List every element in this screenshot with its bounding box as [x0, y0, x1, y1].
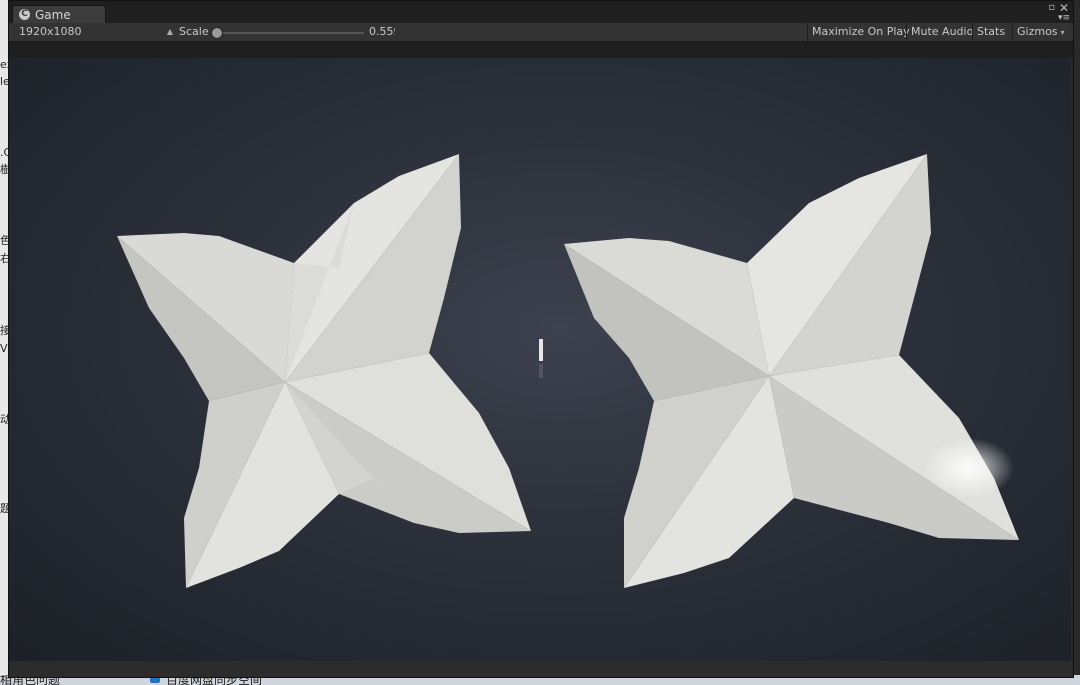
gizmos-label: Gizmos: [1017, 25, 1058, 38]
background-glyph: 题: [0, 502, 8, 515]
chevron-down-icon: ▾: [1060, 28, 1065, 37]
background-glyph: 右: [0, 252, 8, 265]
shuriken-model-left: [117, 154, 531, 588]
tab-game[interactable]: C Game: [12, 5, 106, 25]
tab-label: Game: [35, 8, 71, 22]
center-marker: [539, 339, 543, 361]
stats-toggle[interactable]: Stats: [972, 23, 1009, 41]
unity-logo-icon: C: [19, 9, 30, 20]
tab-bar: C Game ▫ ✕ ▾≡: [9, 1, 1073, 25]
scene-render: [117, 154, 1019, 588]
shuriken-model-right: [564, 154, 1019, 588]
game-viewport[interactable]: [9, 58, 1071, 661]
letterbox-bottom: [9, 661, 1073, 677]
scale-slider-track[interactable]: [214, 32, 364, 34]
scale-value: 0.559: [369, 25, 395, 38]
background-glyph: .C: [0, 146, 8, 159]
background-glyph: V: [0, 342, 8, 355]
game-toolbar: 1920x1080 ▲ Scale 0.559 Maximize On Play…: [9, 23, 1073, 42]
resolution-dropdown[interactable]: 1920x1080 ▲: [12, 24, 175, 40]
mute-audio-toggle[interactable]: Mute Audio: [906, 23, 977, 41]
center-marker-reflection: [539, 364, 543, 378]
background-glyph: 接: [0, 324, 8, 337]
background-glyph: le: [0, 75, 8, 88]
background-glyph: 色: [0, 234, 8, 247]
tab-menu-icon[interactable]: ▾≡: [1058, 14, 1070, 23]
maximize-on-play-toggle[interactable]: Maximize On Play: [807, 23, 914, 41]
maximize-icon[interactable]: ▫: [1048, 3, 1055, 13]
dropdown-arrow-icon: ▲: [166, 27, 173, 36]
background-glyph: ex: [0, 58, 8, 71]
letterbox-top: [9, 42, 1073, 58]
scale-label: Scale: [179, 25, 209, 38]
game-window: C Game ▫ ✕ ▾≡ 1920x1080 ▲ Scale 0.559 Ma…: [8, 0, 1074, 678]
resolution-value: 1920x1080: [19, 25, 82, 38]
close-icon[interactable]: ✕: [1059, 2, 1069, 14]
background-glyph: 动: [0, 413, 8, 426]
background-window-strip: ex le .C 樹 色 右 接 V 动 题: [0, 0, 8, 685]
scale-slider-thumb[interactable]: [211, 27, 223, 39]
background-glyph: 樹: [0, 163, 8, 176]
gizmos-dropdown[interactable]: Gizmos ▾: [1012, 23, 1069, 41]
